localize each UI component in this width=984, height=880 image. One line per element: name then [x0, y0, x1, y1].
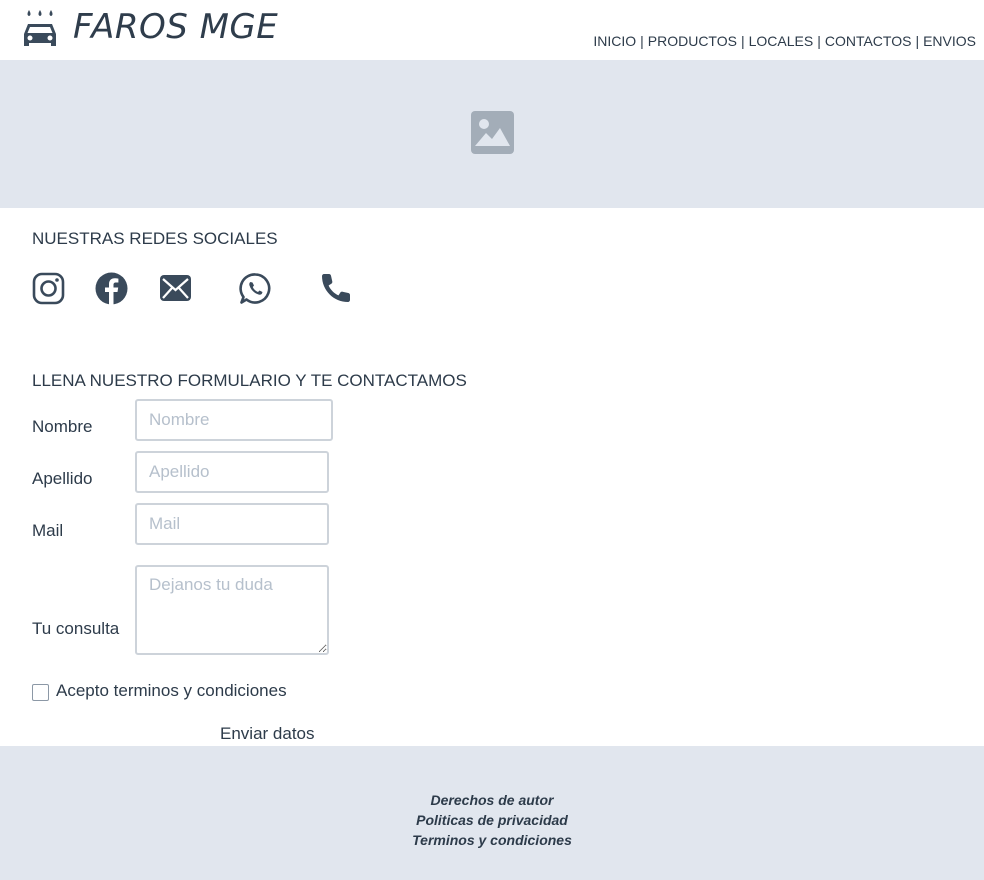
car-wash-icon[interactable]	[20, 8, 60, 48]
footer-link-derechos[interactable]: Derechos de autor	[0, 790, 984, 810]
contact-form-title: LLENA NUESTRO FORMULARIO Y TE CONTACTAMO…	[32, 371, 467, 390]
nav-item-locales[interactable]: LOCALES	[749, 33, 814, 49]
image-placeholder-icon	[471, 111, 514, 154]
apellido-label: Apellido	[32, 469, 93, 488]
terms-label[interactable]: Acepto terminos y condiciones	[56, 681, 287, 701]
nav-item-contactos[interactable]: CONTACTOS	[825, 33, 912, 49]
social-section-title: NUESTRAS REDES SOCIALES	[32, 229, 278, 248]
nav-separator: |	[915, 33, 920, 49]
nav-item-envios[interactable]: ENVIOS	[923, 33, 976, 49]
nav-item-productos[interactable]: PRODUCTOS	[648, 33, 737, 49]
nombre-input[interactable]	[135, 399, 333, 441]
brand-name[interactable]: FAROS MGE	[73, 6, 278, 48]
mail-label: Mail	[32, 521, 64, 540]
mail-input[interactable]	[135, 503, 329, 545]
phone-icon[interactable]	[319, 272, 352, 305]
facebook-icon[interactable]	[95, 272, 128, 305]
hero-banner	[0, 60, 984, 208]
mail-icon[interactable]	[159, 272, 192, 305]
instagram-icon[interactable]	[32, 272, 65, 305]
nav-separator: |	[640, 33, 644, 49]
site-header: FAROS MGE INICIO | PRODUCTOS | LOCALES | CONTA…	[0, 0, 984, 60]
submit-button[interactable]: Enviar datos	[216, 722, 319, 746]
nav-separator: |	[740, 33, 745, 49]
footer-links: Derechos de autor Politicas de privacida…	[0, 790, 984, 850]
consulta-label: Tu consulta	[32, 619, 120, 638]
main-nav: INICIO | PRODUCTOS | LOCALES | CONTACTOS | ENVIO…	[593, 33, 976, 49]
site-footer: Derechos de autor Politicas de privacida…	[0, 746, 984, 880]
nav-item-inicio[interactable]: INICIO	[593, 33, 636, 49]
whatsapp-icon[interactable]	[239, 272, 272, 305]
consulta-textarea[interactable]	[135, 565, 329, 655]
footer-link-terminos[interactable]: Terminos y condiciones	[0, 830, 984, 850]
terms-checkbox[interactable]	[32, 684, 49, 701]
nombre-label: Nombre	[32, 417, 93, 436]
nav-separator: |	[817, 33, 821, 49]
apellido-input[interactable]	[135, 451, 329, 493]
footer-link-privacidad[interactable]: Politicas de privacidad	[0, 810, 984, 830]
